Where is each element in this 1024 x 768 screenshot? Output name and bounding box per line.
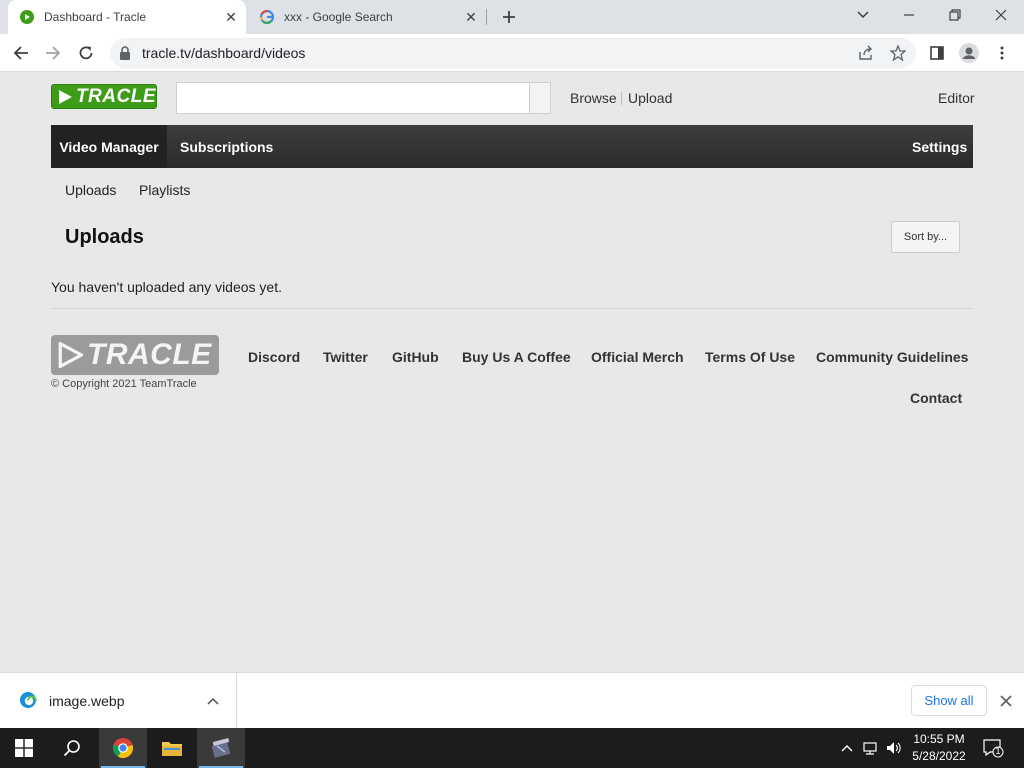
restore-button[interactable]: [942, 4, 968, 26]
avatar-icon: [959, 43, 979, 63]
footer-logo-text: TRACLE: [87, 338, 212, 371]
system-clock[interactable]: 10:55 PM 5/28/2022: [906, 731, 972, 765]
chrome-icon: [112, 738, 133, 759]
footer-logo[interactable]: TRACLE: [51, 335, 219, 375]
address-bar[interactable]: tracle.tv/dashboard/videos: [110, 38, 916, 68]
arrow-right-icon: [46, 46, 61, 60]
dashboard-nav: Video Manager Subscriptions Settings: [51, 125, 973, 168]
back-button[interactable]: [8, 40, 34, 66]
reload-button[interactable]: [73, 40, 99, 66]
browse-link[interactable]: Browse: [570, 90, 617, 106]
close-icon: [995, 9, 1007, 21]
film-clapper-icon: [211, 737, 231, 758]
close-window-button[interactable]: [988, 4, 1014, 26]
chevron-down-icon: [857, 11, 869, 19]
close-tab-icon[interactable]: ✕: [460, 6, 482, 28]
browser-toolbar: tracle.tv/dashboard/videos: [0, 34, 1024, 72]
tab-search-button[interactable]: [850, 4, 876, 26]
download-file-name: image.webp: [49, 693, 125, 709]
plus-icon: [503, 11, 515, 23]
sort-button[interactable]: Sort by...: [891, 221, 960, 253]
browser-tab-bar: Dashboard - Tracle ✕ xxx - Google Search…: [0, 0, 1024, 34]
footer-link-terms[interactable]: Terms Of Use: [705, 349, 795, 365]
minimize-icon: [904, 14, 914, 16]
chrome-taskbar-button[interactable]: [99, 728, 147, 768]
nav-settings[interactable]: Settings: [912, 125, 967, 168]
footer-link-guidelines[interactable]: Community Guidelines: [816, 349, 968, 365]
chevron-up-icon[interactable]: [205, 693, 221, 709]
content-divider: [51, 308, 973, 309]
download-shelf: image.webp Show all: [0, 672, 1024, 729]
footer-link-twitter[interactable]: Twitter: [323, 349, 368, 365]
profile-button[interactable]: [956, 40, 982, 66]
reload-icon: [79, 46, 93, 60]
page-title: Uploads: [65, 226, 144, 248]
show-all-button[interactable]: Show all: [911, 685, 987, 716]
tracle-favicon-icon: [20, 10, 34, 24]
search-input[interactable]: [176, 82, 530, 114]
nav-video-manager[interactable]: Video Manager: [51, 125, 167, 168]
empty-state-message: You haven't uploaded any videos yet.: [51, 279, 282, 295]
search-taskbar-button[interactable]: [48, 728, 96, 768]
close-icon[interactable]: [997, 692, 1015, 710]
star-bookmark-icon[interactable]: [890, 45, 906, 61]
editor-link[interactable]: Editor: [938, 90, 975, 106]
nav-subscriptions[interactable]: Subscriptions: [180, 125, 273, 168]
windows-logo-icon: [15, 739, 33, 757]
tab-title: xxx - Google Search: [284, 10, 393, 24]
folder-icon: [162, 742, 182, 756]
notifications-button[interactable]: 1: [982, 738, 1004, 758]
play-icon: [58, 89, 72, 104]
url-text[interactable]: tracle.tv/dashboard/videos: [142, 45, 305, 61]
video-app-taskbar-button[interactable]: [197, 728, 245, 768]
page-content: TRACLE Browse Upload Editor Video Manage…: [0, 72, 1024, 672]
download-item[interactable]: image.webp: [0, 673, 237, 729]
close-tab-icon[interactable]: ✕: [220, 6, 242, 28]
restore-icon: [949, 9, 961, 21]
link-divider: [621, 92, 622, 105]
lock-icon[interactable]: [119, 46, 131, 60]
minimize-button[interactable]: [896, 4, 922, 26]
tracle-logo[interactable]: TRACLE: [51, 84, 157, 109]
logo-text: TRACLE: [75, 85, 156, 107]
tab-dashboard[interactable]: Dashboard - Tracle ✕: [8, 0, 246, 34]
volume-icon[interactable]: [885, 740, 901, 756]
arrow-left-icon: [13, 46, 28, 60]
file-explorer-button[interactable]: [148, 728, 196, 768]
start-button[interactable]: [0, 728, 48, 768]
footer-link-buy-coffee[interactable]: Buy Us A Coffee: [462, 349, 571, 365]
footer-link-discord[interactable]: Discord: [248, 349, 300, 365]
clock-date: 5/28/2022: [912, 749, 966, 763]
footer-link-github[interactable]: GitHub: [392, 349, 439, 365]
network-icon[interactable]: [862, 740, 878, 756]
share-icon[interactable]: [858, 45, 874, 61]
side-panel-icon: [930, 46, 944, 60]
play-icon: [58, 342, 83, 368]
tab-title: Dashboard - Tracle: [44, 10, 147, 24]
subnav-playlists[interactable]: Playlists: [139, 182, 190, 198]
google-favicon-icon: [260, 10, 274, 24]
new-tab-button[interactable]: [498, 6, 520, 28]
subnav-uploads[interactable]: Uploads: [65, 182, 116, 198]
tab-divider: [486, 9, 487, 25]
tab-google-search[interactable]: xxx - Google Search ✕: [252, 0, 486, 34]
upload-link[interactable]: Upload: [628, 90, 672, 106]
footer-link-merch[interactable]: Official Merch: [591, 349, 684, 365]
search-icon: [63, 740, 80, 757]
copyright-text: © Copyright 2021 TeamTracle: [51, 378, 197, 390]
browser-menu-button[interactable]: [989, 40, 1015, 66]
chevron-up-icon[interactable]: [839, 740, 855, 756]
clock-time: 10:55 PM: [913, 732, 965, 746]
footer-link-contact[interactable]: Contact: [910, 390, 962, 406]
more-vertical-icon: [1000, 46, 1004, 60]
windows-taskbar: 10:55 PM 5/28/2022 1: [0, 728, 1024, 768]
forward-button[interactable]: [40, 40, 66, 66]
notification-count: 1: [995, 746, 1001, 756]
search-button[interactable]: [529, 82, 551, 114]
edge-file-icon: [20, 692, 37, 708]
side-panel-button[interactable]: [924, 40, 950, 66]
